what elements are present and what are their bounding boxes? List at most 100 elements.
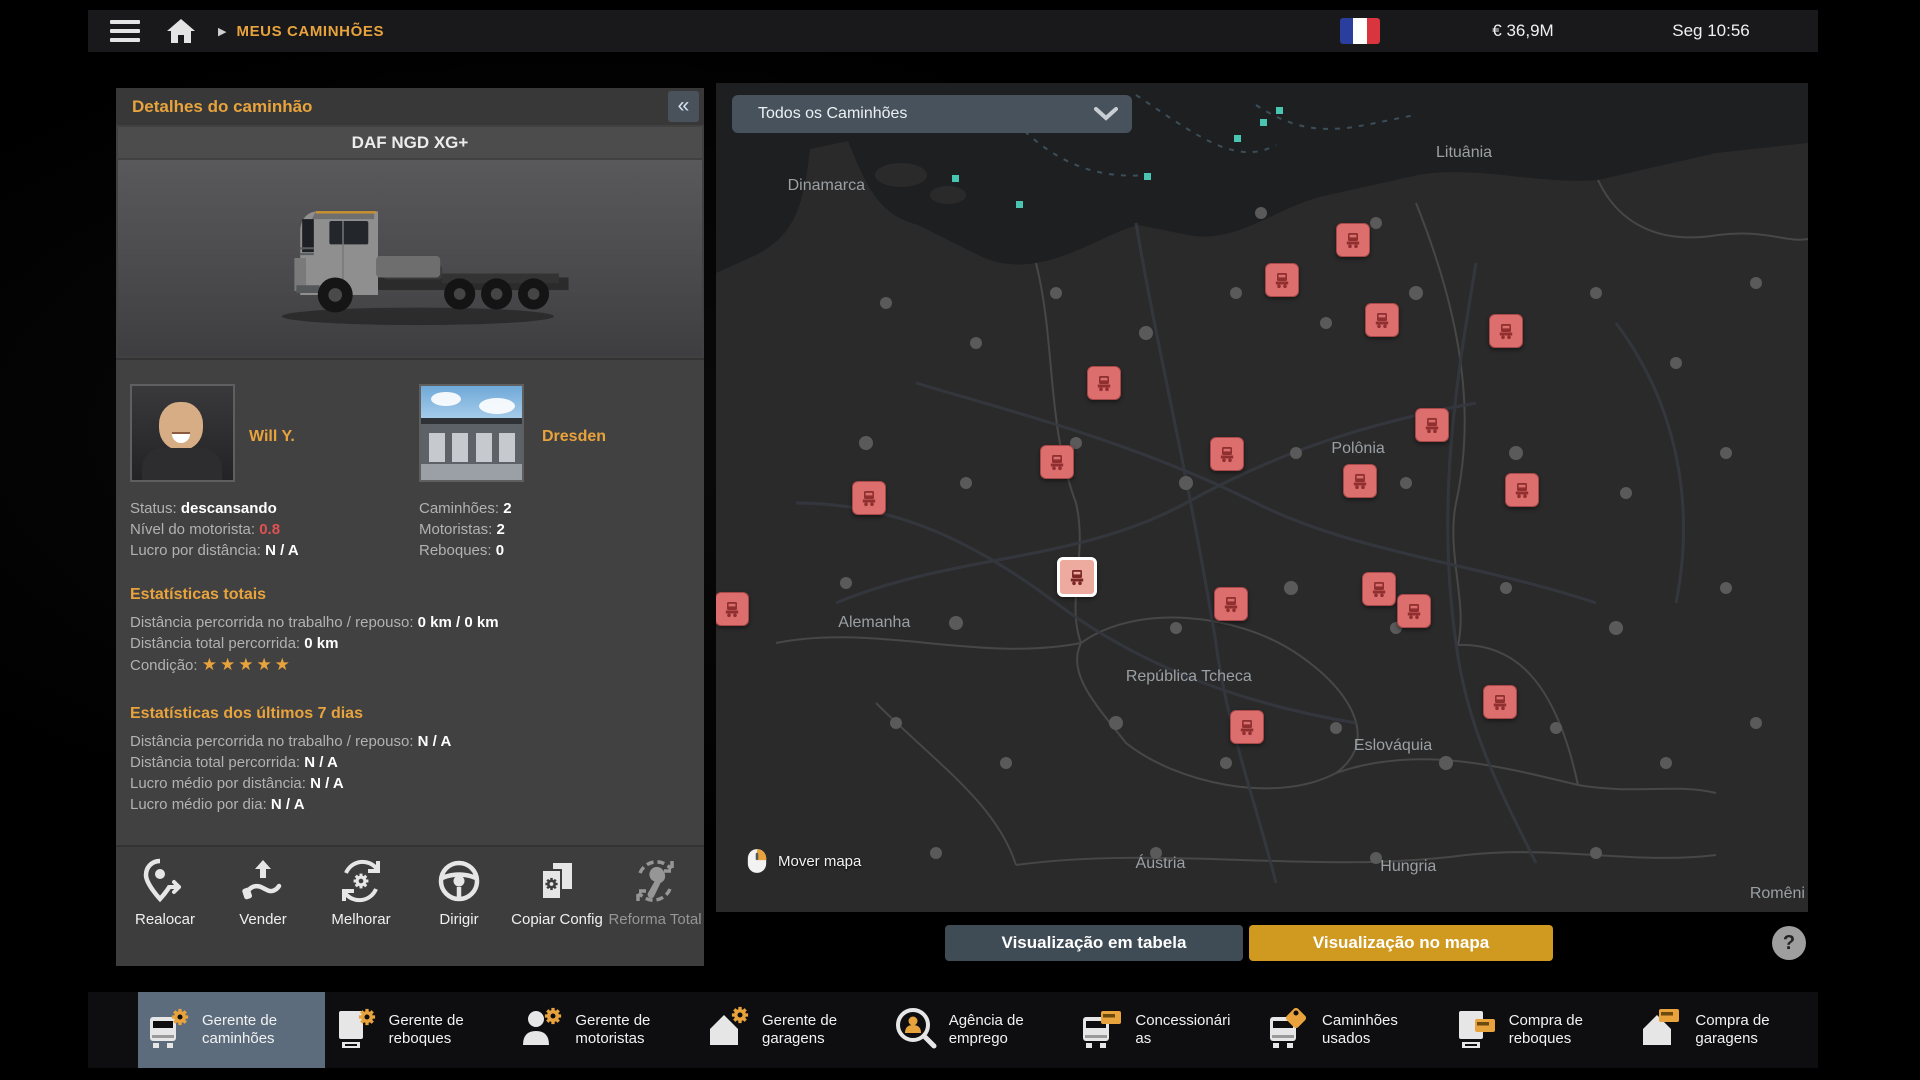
- action-realocar[interactable]: Realocar: [116, 847, 214, 966]
- nav-gerente-de-garagens[interactable]: Gerente de garagens: [698, 992, 885, 1068]
- map-view-button[interactable]: Visualização no mapa: [1249, 925, 1553, 961]
- truck-marker[interactable]: [1210, 437, 1244, 471]
- action-reforma-total: Reforma Total: [606, 847, 704, 966]
- truck-marker-icon: [859, 488, 879, 508]
- garage-info: Caminhões: 2Motoristas: 2Reboques: 0: [419, 498, 512, 561]
- move-map-control[interactable]: Mover mapa: [746, 847, 861, 875]
- garage-photo[interactable]: [419, 384, 524, 482]
- truck-marker[interactable]: [852, 481, 886, 515]
- info-row: Lucro por distância: N / A: [130, 540, 299, 561]
- truck-marker[interactable]: [1343, 464, 1377, 498]
- info-row: Distância total percorrida: 0 km: [130, 633, 499, 654]
- garage-buy-icon: [1639, 1005, 1685, 1056]
- truck-marker-icon: [1221, 594, 1241, 614]
- upgrade-icon: [337, 855, 385, 907]
- truck-marker[interactable]: [1365, 303, 1399, 337]
- nav-gerente-de-caminhões[interactable]: Gerente de caminhões: [138, 992, 325, 1068]
- truck-marker[interactable]: [1415, 408, 1449, 442]
- info-row: Distância percorrida no trabalho / repou…: [130, 731, 451, 752]
- garage-name[interactable]: Dresden: [542, 428, 606, 446]
- truck-marker-icon: [1372, 310, 1392, 330]
- truck-marker[interactable]: [716, 592, 749, 626]
- info-row: Distância total percorrida: N / A: [130, 752, 451, 773]
- stats-week-rows: Distância percorrida no trabalho / repou…: [130, 731, 451, 815]
- trailer-gear-icon: [333, 1005, 379, 1056]
- country-label: Alemanha: [838, 614, 910, 632]
- table-view-button[interactable]: Visualização em tabela: [945, 925, 1243, 961]
- truck-marker-icon: [1067, 567, 1087, 587]
- truck-marker[interactable]: [1230, 710, 1264, 744]
- truck-marker-icon: [1217, 444, 1237, 464]
- nav-concessionárias[interactable]: Concessionárias: [1071, 992, 1258, 1068]
- info-row: Caminhões: 2: [419, 498, 512, 519]
- nav-compra-de-garagens[interactable]: Compra de garagens: [1631, 992, 1818, 1068]
- truck-marker[interactable]: [1265, 263, 1299, 297]
- nav-gerente-de-reboques[interactable]: Gerente de reboques: [325, 992, 512, 1068]
- truck-marker-icon: [1350, 471, 1370, 491]
- dealer-icon: [1079, 1005, 1125, 1056]
- country-label: Áustria: [1136, 855, 1186, 873]
- employment-icon: [893, 1005, 939, 1056]
- country-label: Hungria: [1380, 858, 1436, 876]
- mouse-icon: [746, 847, 768, 875]
- truck-marker[interactable]: [1336, 223, 1370, 257]
- driver-gear-icon: [519, 1005, 565, 1056]
- nav-agência-de-emprego[interactable]: Agência de emprego: [885, 992, 1072, 1068]
- truck-marker[interactable]: [1362, 572, 1396, 606]
- truck-marker-icon: [722, 599, 742, 619]
- truck-marker-icon: [1094, 373, 1114, 393]
- garage-gear-icon: [706, 1005, 752, 1056]
- truck-marker[interactable]: [1505, 473, 1539, 507]
- country-label: Romêni: [1750, 885, 1805, 903]
- truck-gear-icon: [146, 1005, 192, 1056]
- divider: [116, 358, 704, 360]
- truck-marker[interactable]: [1040, 445, 1074, 479]
- truck-marker-icon: [1512, 480, 1532, 500]
- truck-marker-icon: [1496, 321, 1516, 341]
- stats-week-title: Estatísticas dos últimos 7 dias: [130, 705, 363, 723]
- nav-compra-de-reboques[interactable]: Compra de reboques: [1445, 992, 1632, 1068]
- truck-marker[interactable]: [1489, 314, 1523, 348]
- info-row: Lucro médio por distância: N / A: [130, 773, 451, 794]
- truck-marker[interactable]: [1087, 366, 1121, 400]
- truck-marker-icon: [1237, 717, 1257, 737]
- panel-title: Detalhes do caminhão: [132, 97, 312, 117]
- truck-marker-icon: [1272, 270, 1292, 290]
- action-dirigir[interactable]: Dirigir: [410, 847, 508, 966]
- truck-marker[interactable]: [1214, 587, 1248, 621]
- fleet-map[interactable]: DinamarcaLituâniaPolôniaAlemanhaRepúblic…: [716, 83, 1808, 912]
- truck-filter-dropdown[interactable]: Todos os Caminhões: [732, 95, 1132, 133]
- action-copiar-config[interactable]: Copiar Config: [508, 847, 606, 966]
- used-trucks-icon: [1266, 1005, 1312, 1056]
- relocate-icon: [141, 855, 189, 907]
- home-icon[interactable]: [166, 18, 196, 44]
- driver-photo[interactable]: [130, 384, 235, 482]
- action-melhorar[interactable]: Melhorar: [312, 847, 410, 966]
- copy-config-icon: [533, 855, 581, 907]
- money-balance: € 36,9M: [1458, 21, 1588, 41]
- condition-stars: ★★★★★: [202, 655, 293, 674]
- stats-total-rows: Distância percorrida no trabalho / repou…: [130, 612, 499, 654]
- action-vender[interactable]: Vender: [214, 847, 312, 966]
- nav-gerente-de-motoristas[interactable]: Gerente de motoristas: [511, 992, 698, 1068]
- truck-render: [238, 178, 588, 338]
- info-row: Distância percorrida no trabalho / repou…: [130, 612, 499, 633]
- driver-name[interactable]: Will Y.: [249, 428, 295, 446]
- nav-caminhões-usados[interactable]: Caminhões usados: [1258, 992, 1445, 1068]
- manager-nav-bar: Gerente de caminhões Gerente de reboques…: [88, 992, 1818, 1068]
- move-map-label: Mover mapa: [778, 853, 861, 870]
- menu-icon[interactable]: [110, 20, 140, 42]
- collapse-panel-button[interactable]: «: [668, 91, 699, 122]
- help-button[interactable]: ?: [1772, 926, 1806, 960]
- game-clock: Seg 10:56: [1656, 21, 1766, 41]
- truck-marker-icon: [1422, 415, 1442, 435]
- truck-marker-selected[interactable]: [1057, 557, 1097, 597]
- truck-marker[interactable]: [1483, 685, 1517, 719]
- truck-marker-icon: [1490, 692, 1510, 712]
- truck-marker[interactable]: [1397, 594, 1431, 628]
- dropdown-value: Todos os Caminhões: [758, 105, 907, 123]
- top-bar: ▶ MEUS CAMINHÕES € 36,9M Seg 10:56: [88, 10, 1818, 52]
- info-row: Motoristas: 2: [419, 519, 512, 540]
- country-label: Dinamarca: [788, 177, 865, 195]
- truck-image: DD XI 79: [118, 160, 702, 356]
